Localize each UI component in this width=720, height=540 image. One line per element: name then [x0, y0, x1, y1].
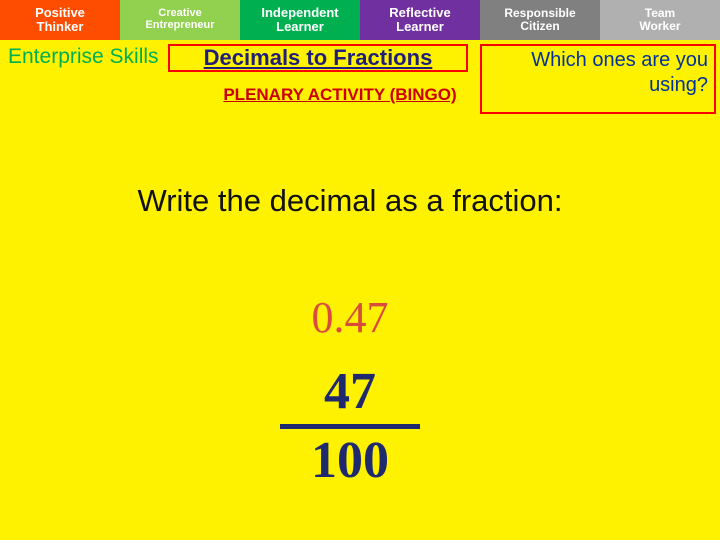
lesson-title-box: Decimals to Fractions	[168, 44, 468, 72]
decimal-value: 0.47	[311, 293, 389, 342]
skill-label-line1: Reflective	[389, 5, 451, 21]
skill-label-line1: Independent	[261, 5, 339, 21]
skill-responsible-citizen: Responsible Citizen	[480, 0, 600, 40]
skill-creative-entrepreneur: Creative Entrepreneur	[120, 0, 240, 40]
skill-positive-thinker: Positive Thinker	[0, 0, 120, 40]
activity-subtitle: PLENARY ACTIVITY (BINGO)	[223, 85, 457, 104]
fraction-bar	[280, 424, 420, 429]
skill-independent-learner: Independent Learner	[240, 0, 360, 40]
skill-reflective-learner: Reflective Learner	[360, 0, 480, 40]
skill-label-line1: Positive	[35, 5, 85, 21]
fraction-answer: 47 100	[0, 366, 700, 487]
skills-bar: Positive Thinker Creative Entrepreneur I…	[0, 0, 720, 40]
task-prompt: Write the decimal as a fraction:	[137, 183, 563, 218]
skill-label-line2: Learner	[276, 19, 324, 34]
fraction-numerator: 47	[324, 363, 376, 420]
skill-label-line2: Learner	[396, 19, 444, 34]
fraction-denominator: 100	[311, 432, 389, 489]
skill-label-line2: Citizen	[520, 19, 560, 33]
page-title: Decimals to Fractions	[203, 45, 433, 70]
skill-label-line2: Entrepreneur	[145, 19, 215, 31]
skill-label-line2: Thinker	[36, 19, 84, 34]
skill-team-worker: Team Worker	[600, 0, 720, 40]
fraction-stack: 47 100	[280, 366, 420, 487]
enterprise-skills-label: Enterprise Skills	[8, 45, 159, 68]
skill-label-line2: Worker	[639, 19, 681, 33]
